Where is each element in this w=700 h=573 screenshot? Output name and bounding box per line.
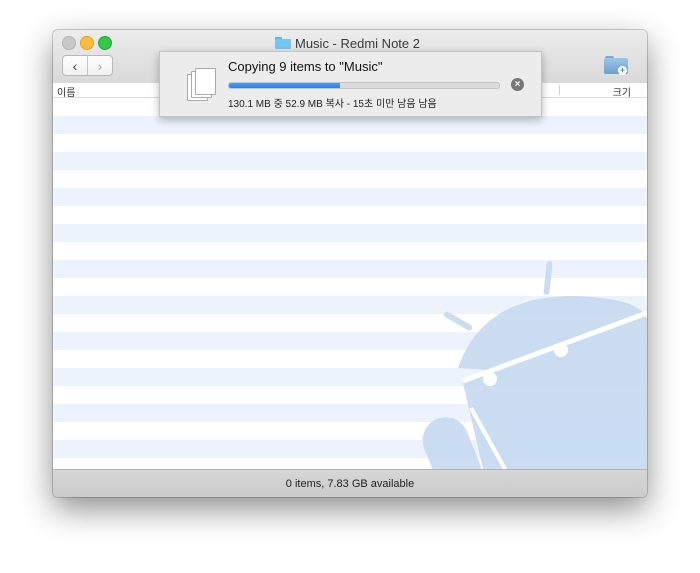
stop-copy-button[interactable]: × [511, 78, 524, 91]
window-title-text: Music - Redmi Note 2 [295, 35, 420, 51]
status-bar: 0 items, 7.83 GB available [53, 469, 647, 497]
plus-icon: + [618, 65, 627, 75]
copy-progress-fill [229, 83, 340, 88]
close-window-button[interactable] [62, 36, 76, 50]
copy-progress-bar [228, 82, 500, 89]
folder-icon [275, 37, 291, 49]
copy-progress-dialog: Copying 9 items to "Music" 130.1 MB 중 52… [159, 51, 542, 117]
chevron-right-icon: › [97, 57, 103, 74]
close-icon: × [514, 79, 521, 90]
status-text: 0 items, 7.83 GB available [285, 478, 415, 490]
back-button[interactable]: ‹ [63, 56, 87, 75]
forward-button[interactable]: › [87, 56, 112, 75]
chevron-left-icon: ‹ [72, 57, 78, 74]
copy-title: Copying 9 items to "Music" [228, 59, 383, 74]
file-list[interactable] [53, 98, 647, 469]
zoom-window-button[interactable] [98, 36, 112, 50]
window-title: Music - Redmi Note 2 [275, 34, 420, 52]
column-size-header[interactable]: 크기 [613, 84, 631, 99]
minimize-window-button[interactable] [80, 36, 94, 50]
column-name-header[interactable]: 이름 [57, 84, 75, 99]
copy-detail: 130.1 MB 중 52.9 MB 복사 - 15초 미만 남음 남음 [228, 99, 437, 110]
new-folder-button[interactable]: + [604, 55, 628, 75]
android-logo-icon [422, 261, 647, 469]
documents-icon [185, 68, 219, 102]
column-divider[interactable] [559, 85, 560, 95]
nav-buttons: ‹ › [62, 55, 113, 76]
